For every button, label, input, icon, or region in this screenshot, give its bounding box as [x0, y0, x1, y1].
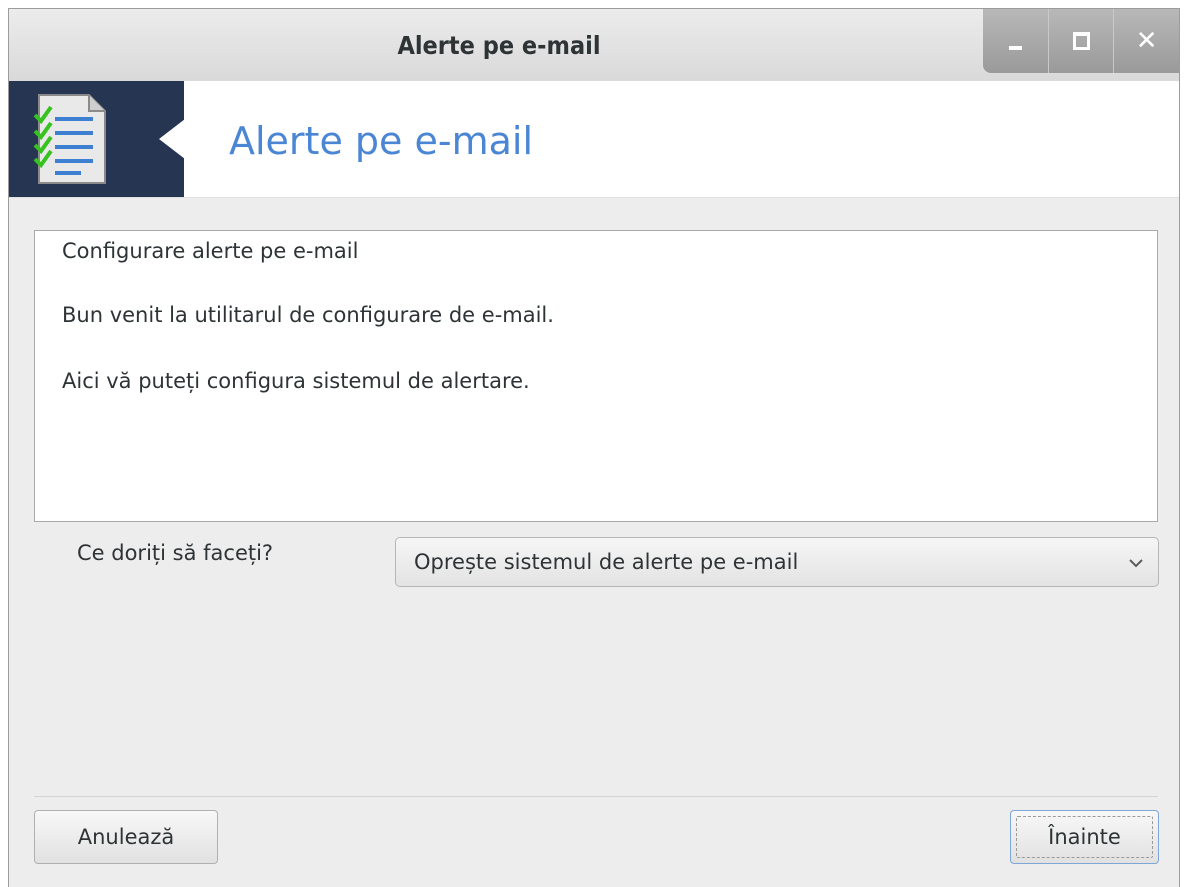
- banner-icon-area: [9, 81, 185, 197]
- action-label: Ce doriți să faceți?: [77, 541, 274, 565]
- footer-separator: [34, 796, 1158, 797]
- action-select[interactable]: Oprește sistemul de alerte pe e-mail: [395, 537, 1159, 587]
- minimize-button[interactable]: [983, 9, 1048, 73]
- maximize-icon: [1072, 32, 1090, 50]
- next-button-label: Înainte: [1048, 825, 1121, 849]
- chevron-down-icon: [1129, 559, 1143, 568]
- window-title: Alerte pe e-mail: [397, 31, 601, 60]
- banner-notch: [159, 119, 185, 159]
- banner-title: Alerte pe e-mail: [229, 119, 533, 163]
- title-bar[interactable]: Alerte pe e-mail ✕: [9, 9, 1179, 82]
- window-controls: ✕: [983, 9, 1179, 73]
- intro-text-area: Configurare alerte pe e-mail Bun venit l…: [34, 230, 1158, 522]
- next-button[interactable]: Înainte: [1010, 810, 1159, 864]
- cancel-button[interactable]: Anulează: [34, 810, 218, 864]
- document-checklist-icon: [33, 94, 106, 184]
- maximize-button[interactable]: [1047, 9, 1114, 73]
- intro-heading: Configurare alerte pe e-mail: [62, 239, 359, 263]
- header-banner: Alerte pe e-mail: [9, 81, 1179, 198]
- dialog-window: Alerte pe e-mail ✕ Alerte pe e-mail Conf…: [8, 8, 1180, 887]
- intro-description: Aici vă puteți configura sistemul de ale…: [62, 369, 530, 393]
- intro-welcome: Bun venit la utilitarul de configurare d…: [62, 303, 554, 327]
- minimize-icon: [1008, 46, 1022, 50]
- action-select-value: Oprește sistemul de alerte pe e-mail: [414, 550, 799, 574]
- close-button[interactable]: ✕: [1113, 9, 1179, 73]
- close-icon: ✕: [1135, 26, 1158, 56]
